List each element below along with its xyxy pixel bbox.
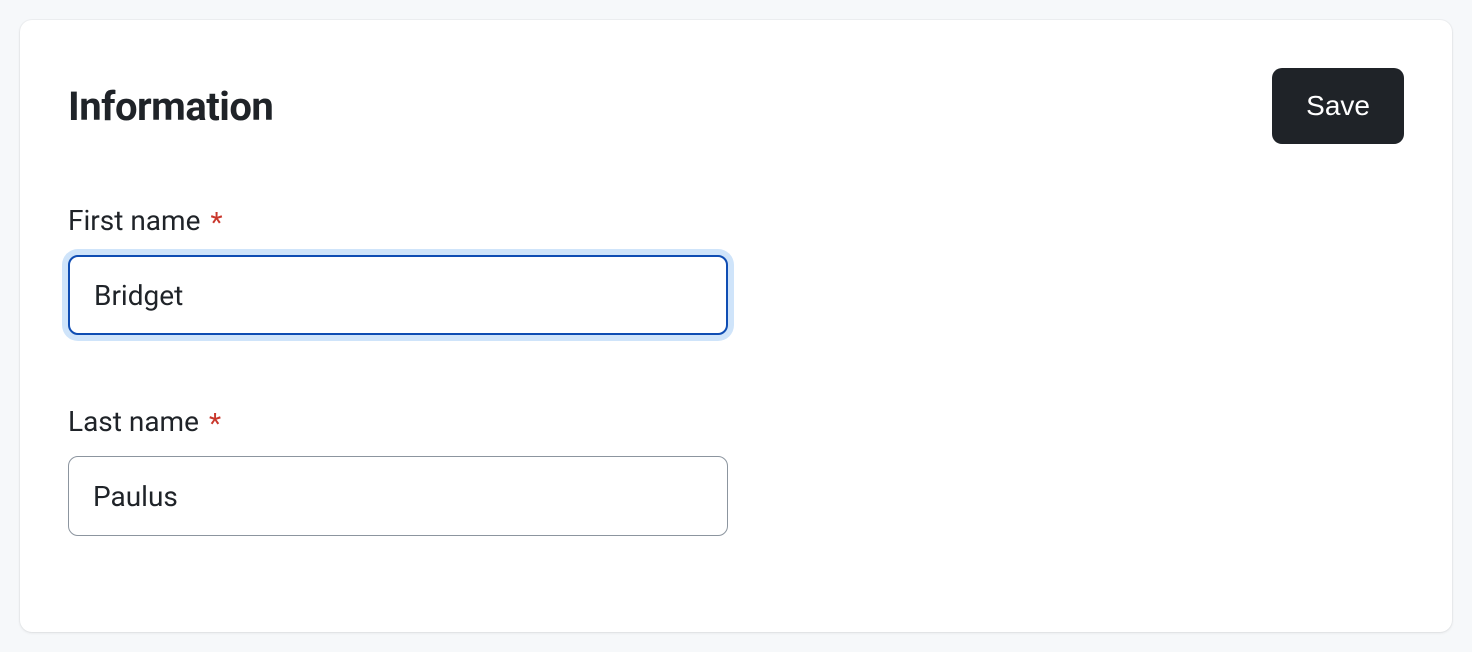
last-name-label: Last name * [68,405,1404,438]
save-button[interactable]: Save [1272,68,1404,144]
information-card: Information Save First name * Last name … [20,20,1452,632]
last-name-label-text: Last name [68,405,199,438]
first-name-label-text: First name [68,204,200,237]
last-name-input[interactable] [68,456,728,536]
first-name-input[interactable] [68,255,728,335]
first-name-label: First name * [68,204,1404,237]
first-name-field-group: First name * [68,204,1404,335]
required-asterisk-icon: * [209,410,221,438]
last-name-field-group: Last name * [68,405,1404,536]
header-row: Information Save [68,68,1404,144]
page-title: Information [68,83,273,130]
required-asterisk-icon: * [210,209,222,237]
